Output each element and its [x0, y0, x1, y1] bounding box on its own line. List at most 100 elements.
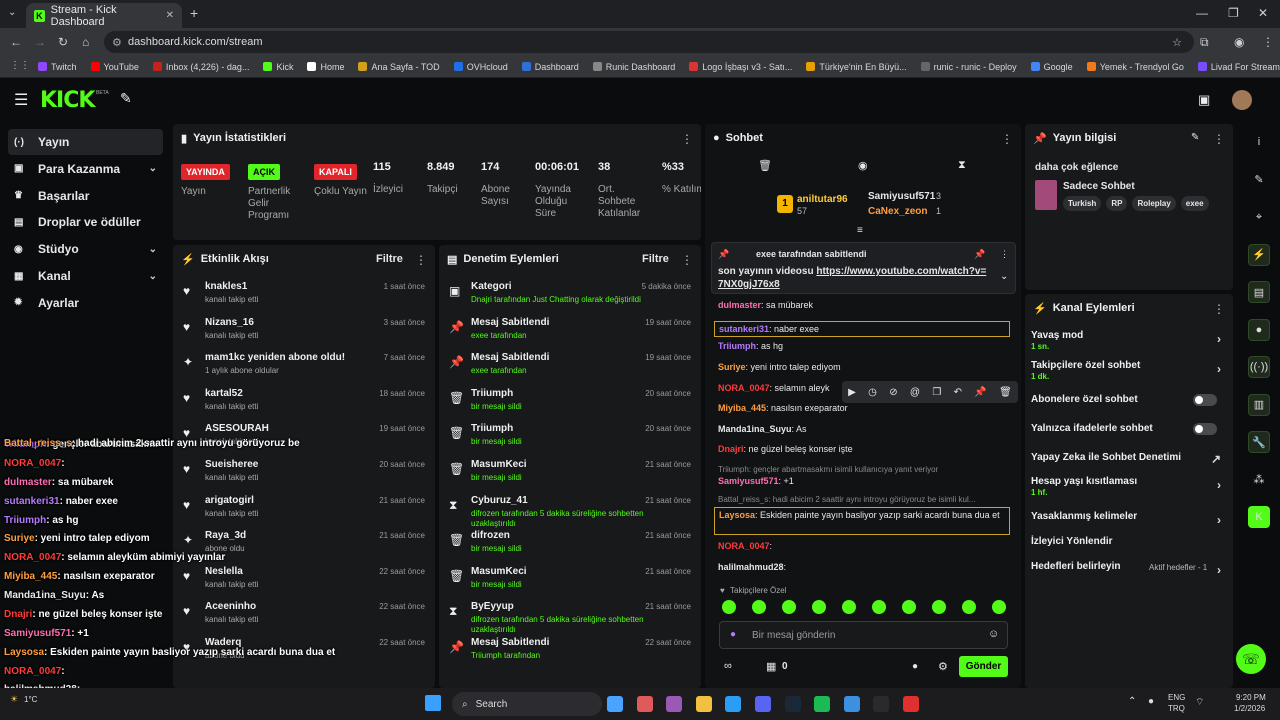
chevron-right-icon[interactable]: ›: [1217, 563, 1221, 577]
site-info-icon[interactable]: ⚙: [112, 36, 122, 49]
channel-action-row[interactable]: Yavaş mod 1 sn. ›: [1031, 330, 1227, 351]
url-input[interactable]: ⚙ dashboard.kick.com/stream ☆: [104, 31, 1194, 53]
pin-message-icon[interactable]: 📌: [974, 387, 986, 398]
bookmark-item[interactable]: Kick: [263, 62, 293, 72]
chat-username[interactable]: sutankeri31: [719, 324, 769, 334]
chat-username[interactable]: Dnajri: [718, 444, 744, 454]
layers-icon[interactable]: ▥: [1248, 393, 1270, 416]
emote-icon[interactable]: [782, 600, 796, 614]
bookmark-item[interactable]: Home: [307, 62, 344, 72]
tag-chip[interactable]: Roleplay: [1132, 196, 1176, 211]
channel-action-row[interactable]: Yapay Zeka ile Sohbet Denetimi ↗: [1031, 452, 1227, 466]
chat-menu-icon[interactable]: ⋮: [1001, 132, 1013, 146]
bookmark-item[interactable]: Livad For Streamers: [1197, 62, 1280, 72]
explorer-icon[interactable]: [607, 696, 623, 712]
bolt-icon[interactable]: ⚡: [1248, 243, 1270, 266]
new-tab-icon[interactable]: +: [190, 5, 198, 21]
maximize-icon[interactable]: ❐: [1228, 6, 1239, 20]
moderation-filter-button[interactable]: Filtre: [642, 253, 669, 265]
moderation-menu-icon[interactable]: ⋮: [681, 253, 693, 267]
extensions-icon[interactable]: ⧉: [1200, 35, 1209, 50]
toggle-switch[interactable]: [1193, 394, 1217, 406]
chat-username[interactable]: halilmahmud28: [718, 562, 784, 572]
bookmark-item[interactable]: runic - runic - Deploy: [920, 62, 1017, 72]
emote-icon[interactable]: [902, 600, 916, 614]
avatar[interactable]: [1232, 90, 1252, 110]
send-button[interactable]: Gönder: [959, 656, 1008, 677]
profile-icon[interactable]: ◉: [1234, 35, 1244, 49]
pin-tool-icon[interactable]: ✎: [120, 90, 132, 107]
emote-icon[interactable]: [842, 600, 856, 614]
channel-points-icon[interactable]: ∞: [724, 660, 732, 672]
emote-icon[interactable]: [812, 600, 826, 614]
tab-list-icon[interactable]: ⌄: [8, 7, 16, 18]
info-icon[interactable]: i: [1248, 131, 1270, 153]
emote-icon[interactable]: [872, 600, 886, 614]
bookmark-item[interactable]: Google: [1030, 62, 1073, 72]
kick-app-icon[interactable]: K: [1248, 506, 1270, 528]
tag-chip[interactable]: exee: [1180, 196, 1209, 211]
edit-icon[interactable]: ✎: [1248, 169, 1270, 191]
taskbar-search[interactable]: ⌕ Search: [452, 692, 602, 716]
chat-chat-icon[interactable]: ●: [912, 661, 918, 672]
target-icon[interactable]: ⌖: [1248, 206, 1270, 228]
pinned-menu-icon[interactable]: ⋮: [1000, 249, 1009, 260]
windows-start-icon[interactable]: [425, 695, 441, 711]
timeout-icon[interactable]: ◷: [868, 387, 877, 398]
camera-icon[interactable]: ▣: [1198, 92, 1210, 108]
bookmark-item[interactable]: Runic Dashboard: [592, 62, 675, 72]
hamburger-icon[interactable]: ☰: [14, 90, 28, 110]
emote-icon[interactable]: [932, 600, 946, 614]
toggle-switch[interactable]: [1193, 423, 1217, 435]
sidebar-item-0[interactable]: (·) Yayın: [8, 129, 163, 155]
clock-time[interactable]: 9:20 PM: [1236, 693, 1266, 702]
bookmark-item[interactable]: YouTube: [90, 62, 139, 72]
emote-icon[interactable]: [722, 600, 736, 614]
document-icon[interactable]: ▤: [1248, 281, 1270, 303]
bookmark-item[interactable]: OVHcloud: [453, 62, 508, 72]
tag-chip[interactable]: RP: [1106, 196, 1128, 211]
channel-action-row[interactable]: Hedefleri belirleyin › Aktif hedefler - 1: [1031, 561, 1227, 577]
stream-info-menu-icon[interactable]: ⋮: [1213, 132, 1225, 146]
reply-icon[interactable]: ↶: [954, 387, 962, 398]
channel-action-row[interactable]: Takipçilere özel sohbet 1 dk. ›: [1031, 360, 1227, 381]
copilot-icon[interactable]: [666, 696, 683, 712]
chevron-right-icon[interactable]: ›: [1217, 478, 1221, 492]
trash-icon[interactable]: 🗑: [758, 159, 772, 172]
chat-username[interactable]: NORA_0047: [718, 383, 770, 393]
bookmark-star-icon[interactable]: ☆: [1172, 36, 1182, 49]
expand-pinned-icon[interactable]: ⌄: [1000, 271, 1008, 282]
sidebar-item-1[interactable]: ▣ Para Kazanma ⌄: [8, 156, 163, 182]
chat-username[interactable]: Suriye: [718, 362, 746, 372]
hourglass-icon[interactable]: ⧗: [958, 159, 966, 172]
bookmark-item[interactable]: Türkiye'nin En Büyü...: [806, 62, 907, 72]
chat-input[interactable]: ● Bir mesaj gönderin ☺: [719, 621, 1008, 649]
channel-action-row[interactable]: Yasaklanmış kelimeler ›: [1031, 511, 1227, 527]
chat-username[interactable]: Laysosa: [719, 510, 755, 520]
tag-chip[interactable]: Turkish: [1063, 196, 1102, 211]
support-chat-button[interactable]: ☏: [1236, 644, 1266, 674]
bookmark-item[interactable]: Dashboard: [521, 62, 579, 72]
chevron-down-icon[interactable]: ⌄: [149, 163, 157, 174]
sidebar-item-4[interactable]: ◉ Stüdyo ⌄: [8, 236, 163, 262]
close-window-icon[interactable]: ✕: [1258, 6, 1268, 20]
close-tab-icon[interactable]: ✕: [166, 10, 174, 21]
apps-icon[interactable]: ⋮⋮: [10, 60, 30, 71]
browser-icon[interactable]: [873, 696, 890, 712]
chat-username[interactable]: Triiumph: [718, 341, 756, 351]
minimize-icon[interactable]: —: [1196, 6, 1208, 20]
clock-date[interactable]: 1/2/2026: [1234, 704, 1265, 713]
tray-mic-icon[interactable]: ●: [1148, 696, 1154, 707]
bookmark-item[interactable]: Inbox (4,226) - dag...: [152, 62, 249, 72]
home-icon[interactable]: ⌂: [82, 35, 89, 49]
mention-icon[interactable]: @: [910, 387, 920, 398]
spotify-icon[interactable]: [814, 696, 831, 712]
stats-menu-icon[interactable]: ⋮: [681, 132, 693, 146]
sidebar-item-2[interactable]: ♛ Başarılar: [8, 183, 163, 209]
bookmark-item[interactable]: Logo İşbaşı v3 - Satı...: [689, 62, 792, 72]
chat-username[interactable]: Miyiba_445: [718, 403, 766, 413]
channel-action-row[interactable]: Abonelere özel sohbet: [1031, 394, 1227, 406]
emoji-icon[interactable]: ☺: [988, 628, 999, 640]
emote-icon[interactable]: [992, 600, 1006, 614]
chat-bubble-icon[interactable]: ◉: [858, 159, 868, 172]
